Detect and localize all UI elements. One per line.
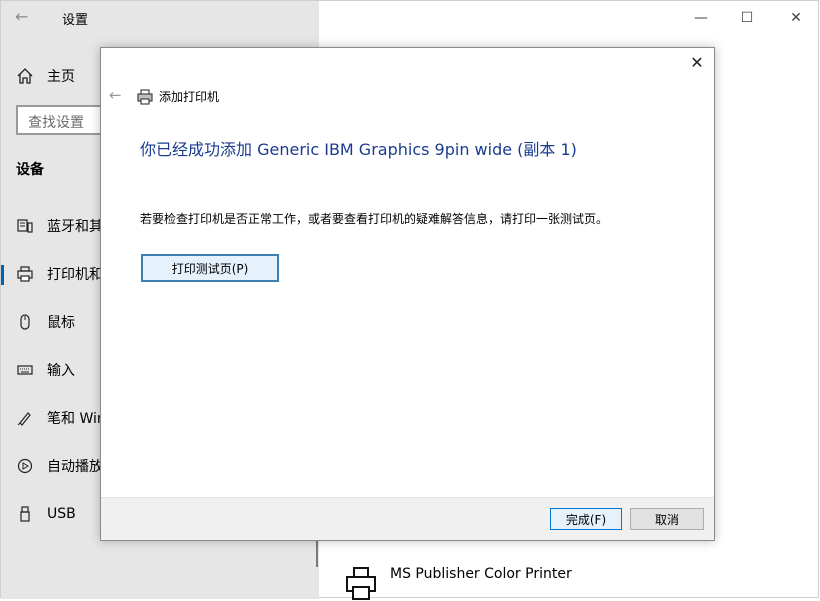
nav-item-label: 蓝牙和其: [47, 219, 103, 235]
printer-icon: [15, 264, 35, 284]
dialog-main-title: 你已经成功添加 Generic IBM Graphics 9pin wide (…: [140, 140, 577, 159]
dialog-back-icon[interactable]: ←: [109, 86, 122, 104]
window-title: 设置: [62, 13, 89, 28]
pen-icon: [15, 408, 35, 428]
printer-name: MS Publisher Color Printer: [390, 566, 572, 582]
sidebar-scrollbar[interactable]: [316, 541, 318, 567]
bluetooth-device-icon: [15, 216, 35, 236]
printer-list-item[interactable]: MS Publisher Color Printer: [341, 561, 641, 601]
dialog-header-label: 添加打印机: [159, 90, 220, 104]
maximize-icon[interactable]: ☐: [738, 9, 756, 27]
dialog-header: 添加打印机: [137, 88, 219, 105]
selected-indicator: [1, 265, 4, 285]
autoplay-icon: [15, 456, 35, 476]
nav-item-label: 笔和 Win: [47, 411, 106, 427]
keyboard-icon: [15, 360, 35, 380]
close-icon[interactable]: ✕: [787, 9, 805, 27]
nav-item-label: 自动播放: [47, 459, 103, 475]
search-placeholder: 查找设置: [28, 115, 84, 131]
add-printer-dialog: ✕ ← 添加打印机 你已经成功添加 Generic IBM Graphics 9…: [100, 47, 715, 541]
mouse-icon: [15, 312, 35, 332]
nav-item-label: 输入: [47, 363, 75, 379]
back-arrow-icon[interactable]: ←: [15, 8, 33, 26]
dialog-close-icon[interactable]: ✕: [688, 54, 706, 72]
home-icon: [17, 68, 33, 84]
nav-item-label: USB: [47, 506, 76, 522]
usb-icon: [15, 504, 35, 524]
nav-item-label: 打印机和: [47, 267, 103, 283]
print-test-page-button[interactable]: 打印测试页(P): [141, 254, 279, 282]
nav-item-label: 鼠标: [47, 315, 75, 331]
printer-large-icon: [346, 567, 376, 600]
nav-home[interactable]: 主页: [17, 65, 75, 87]
dialog-info-text: 若要检查打印机是否正常工作，或者要查看打印机的疑难解答信息，请打印一张测试页。: [140, 212, 609, 226]
cancel-button[interactable]: 取消: [630, 508, 704, 530]
finish-button[interactable]: 完成(F): [550, 508, 622, 530]
minimize-icon[interactable]: —: [692, 9, 710, 27]
nav-home-label: 主页: [47, 69, 75, 85]
printer-icon: [137, 88, 153, 105]
dialog-footer: 完成(F) 取消: [101, 497, 714, 540]
section-title: 设备: [16, 162, 44, 178]
